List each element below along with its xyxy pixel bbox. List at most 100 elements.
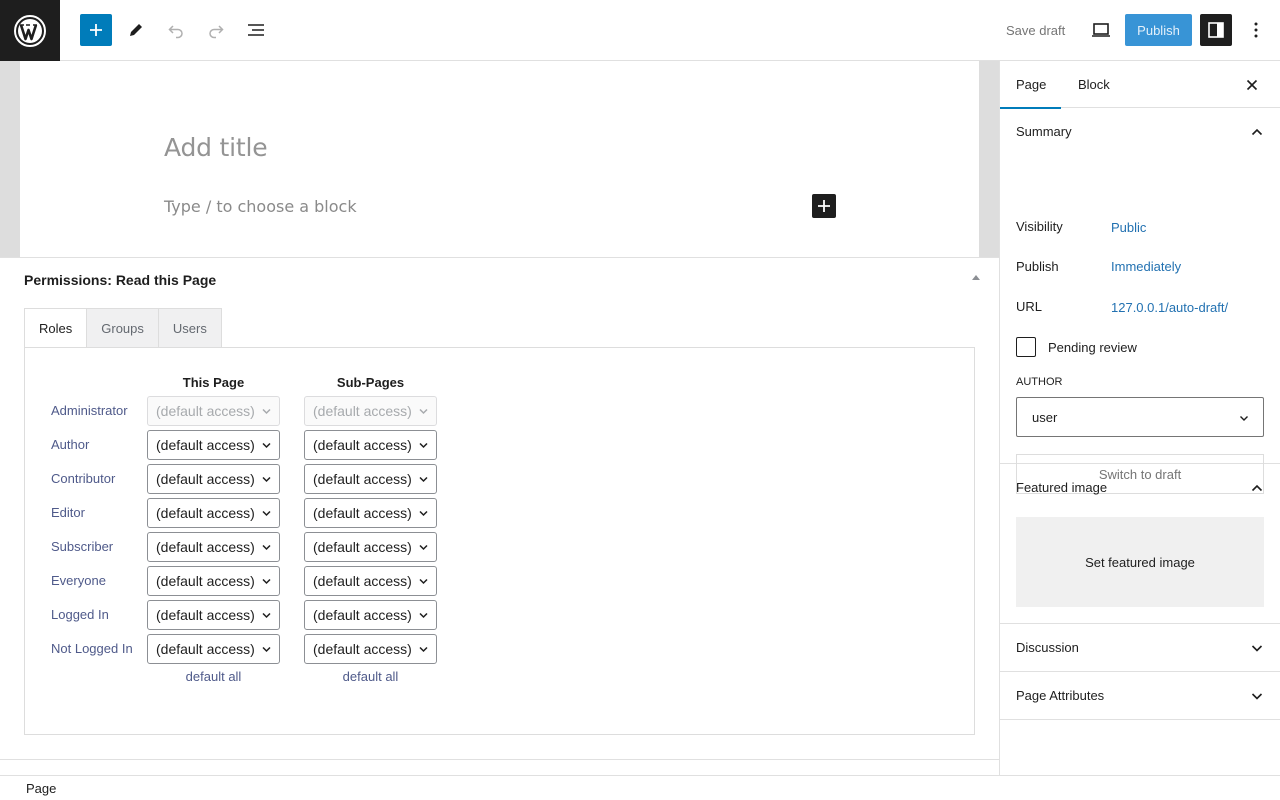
pending-review-checkbox[interactable] — [1016, 337, 1036, 357]
select-value: (default access) — [156, 573, 255, 589]
metabox-title: Permissions: Read this Page — [24, 272, 217, 288]
chevron-down-icon — [419, 544, 428, 551]
role-row: Not Logged In (default access) (default ac… — [51, 634, 471, 664]
role-name-label: Administrator — [51, 403, 128, 418]
editor-footer: Page — [0, 775, 1280, 800]
select-value: (default access) — [313, 607, 412, 623]
featured-image-panel-header[interactable]: Featured image — [1000, 464, 1280, 511]
tab-roles[interactable]: Roles — [24, 308, 88, 348]
tools-button[interactable] — [120, 14, 152, 46]
more-vertical-icon — [1254, 22, 1258, 38]
author-select[interactable]: user — [1016, 397, 1264, 437]
sub-pages-access-select[interactable]: (default access) — [304, 532, 437, 562]
page-attributes-panel-header[interactable]: Page Attributes — [1000, 672, 1280, 719]
settings-toggle-button[interactable] — [1200, 14, 1232, 46]
undo-button[interactable] — [160, 14, 192, 46]
this-page-access-select[interactable]: (default access) — [147, 498, 280, 528]
this-page-access-select[interactable]: (default access) — [147, 634, 280, 664]
next-metabox — [0, 759, 999, 775]
publish-label: Publish — [1016, 259, 1059, 274]
save-draft-button[interactable]: Save draft — [996, 14, 1075, 46]
this-page-access-select[interactable]: (default access) — [147, 464, 280, 494]
this-page-access-select[interactable]: (default access) — [147, 430, 280, 460]
options-menu-button[interactable] — [1240, 14, 1272, 46]
role-row: Author (default access) (default access) — [51, 430, 471, 460]
summary-title: Summary — [1016, 124, 1072, 139]
post-title-input[interactable]: Add title — [164, 133, 268, 162]
sub-pages-access-select[interactable]: (default access) — [304, 566, 437, 596]
preview-button[interactable] — [1085, 14, 1117, 46]
default-all-sub-pages-link[interactable]: default all — [304, 669, 437, 684]
chevron-down-icon — [262, 476, 271, 483]
sidebar-settings-icon — [1208, 22, 1224, 38]
set-featured-image-button[interactable]: Set featured image — [1016, 517, 1264, 607]
publish-button[interactable]: Publish — [1125, 14, 1192, 46]
discussion-panel: Discussion — [1000, 624, 1280, 672]
editor-canvas[interactable]: Add title Type / to choose a block — [20, 61, 979, 257]
redo-button[interactable] — [200, 14, 232, 46]
this-page-access-select[interactable]: (default access) — [147, 532, 280, 562]
list-view-button[interactable] — [240, 14, 272, 46]
featured-image-panel: Featured image Set featured image — [1000, 464, 1280, 624]
visibility-value-button[interactable]: Public — [1111, 220, 1146, 235]
inline-inserter-button[interactable] — [812, 194, 836, 218]
featured-image-title: Featured image — [1016, 480, 1108, 495]
close-icon — [1246, 79, 1258, 91]
this-page-access-select[interactable]: (default access) — [147, 566, 280, 596]
role-row: Editor (default access) (default access) — [51, 498, 471, 528]
role-name-label: Author — [51, 437, 90, 452]
chevron-down-icon — [262, 544, 271, 551]
role-name-label: Everyone — [51, 573, 106, 588]
this-page-access-select: (default access) — [147, 396, 280, 426]
collapse-triangle-icon[interactable] — [972, 275, 980, 280]
sub-pages-access-select[interactable]: (default access) — [304, 464, 437, 494]
sub-pages-access-select[interactable]: (default access) — [304, 634, 437, 664]
chevron-up-icon — [1251, 484, 1263, 492]
close-sidebar-button[interactable] — [1240, 73, 1264, 97]
role-name-label: Contributor — [51, 471, 116, 486]
tab-block[interactable]: Block — [1078, 61, 1110, 108]
permissions-tabs: Roles Groups Users — [24, 308, 222, 348]
select-value: (default access) — [313, 403, 412, 419]
select-value: (default access) — [156, 505, 255, 521]
settings-sidebar: Page Block Summary Visibility Public Pub… — [999, 61, 1280, 775]
select-value: (default access) — [313, 573, 412, 589]
url-label: URL — [1016, 299, 1043, 314]
select-value: (default access) — [156, 437, 255, 453]
select-value: (default access) — [156, 403, 255, 419]
pending-review-label[interactable]: Pending review — [1048, 340, 1137, 355]
role-name-label: Not Logged In — [51, 641, 133, 656]
discussion-panel-header[interactable]: Discussion — [1000, 624, 1280, 671]
chevron-down-icon — [419, 510, 428, 517]
sidebar-tabs: Page Block — [999, 61, 1280, 109]
select-value: (default access) — [156, 471, 255, 487]
chevron-down-icon — [419, 408, 428, 415]
sub-pages-access-select: (default access) — [304, 396, 437, 426]
column-header-this-page: This Page — [182, 375, 245, 390]
chevron-down-icon — [262, 578, 271, 585]
this-page-access-select[interactable]: (default access) — [147, 600, 280, 630]
publish-date-button[interactable]: Immediately — [1111, 259, 1181, 274]
wordpress-logo-icon[interactable] — [0, 0, 60, 61]
default-all-this-page-link[interactable]: default all — [147, 669, 280, 684]
chevron-down-icon — [419, 646, 428, 653]
role-row: Logged In (default access) (default access… — [51, 600, 471, 630]
sub-pages-access-select[interactable]: (default access) — [304, 430, 437, 460]
add-block-button[interactable] — [80, 14, 112, 46]
sub-pages-access-select[interactable]: (default access) — [304, 600, 437, 630]
url-value-button[interactable]: 127.0.0.1/auto-draft/ — [1111, 300, 1228, 315]
sub-pages-access-select[interactable]: (default access) — [304, 498, 437, 528]
summary-panel: Summary Visibility Public Publish Immedi… — [1000, 108, 1280, 494]
chevron-down-icon — [419, 578, 428, 585]
select-value: (default access) — [313, 641, 412, 657]
summary-panel-header[interactable]: Summary — [1000, 108, 1280, 155]
tab-users[interactable]: Users — [158, 308, 222, 348]
breadcrumb[interactable]: Page — [26, 781, 56, 796]
select-value: (default access) — [313, 471, 412, 487]
tab-groups[interactable]: Groups — [87, 308, 159, 348]
page-attributes-panel: Page Attributes — [1000, 672, 1280, 720]
default-block-appender[interactable]: Type / to choose a block — [164, 197, 357, 216]
role-name-label: Subscriber — [51, 539, 114, 554]
select-value: (default access) — [313, 505, 412, 521]
tab-page[interactable]: Page — [999, 61, 1062, 109]
